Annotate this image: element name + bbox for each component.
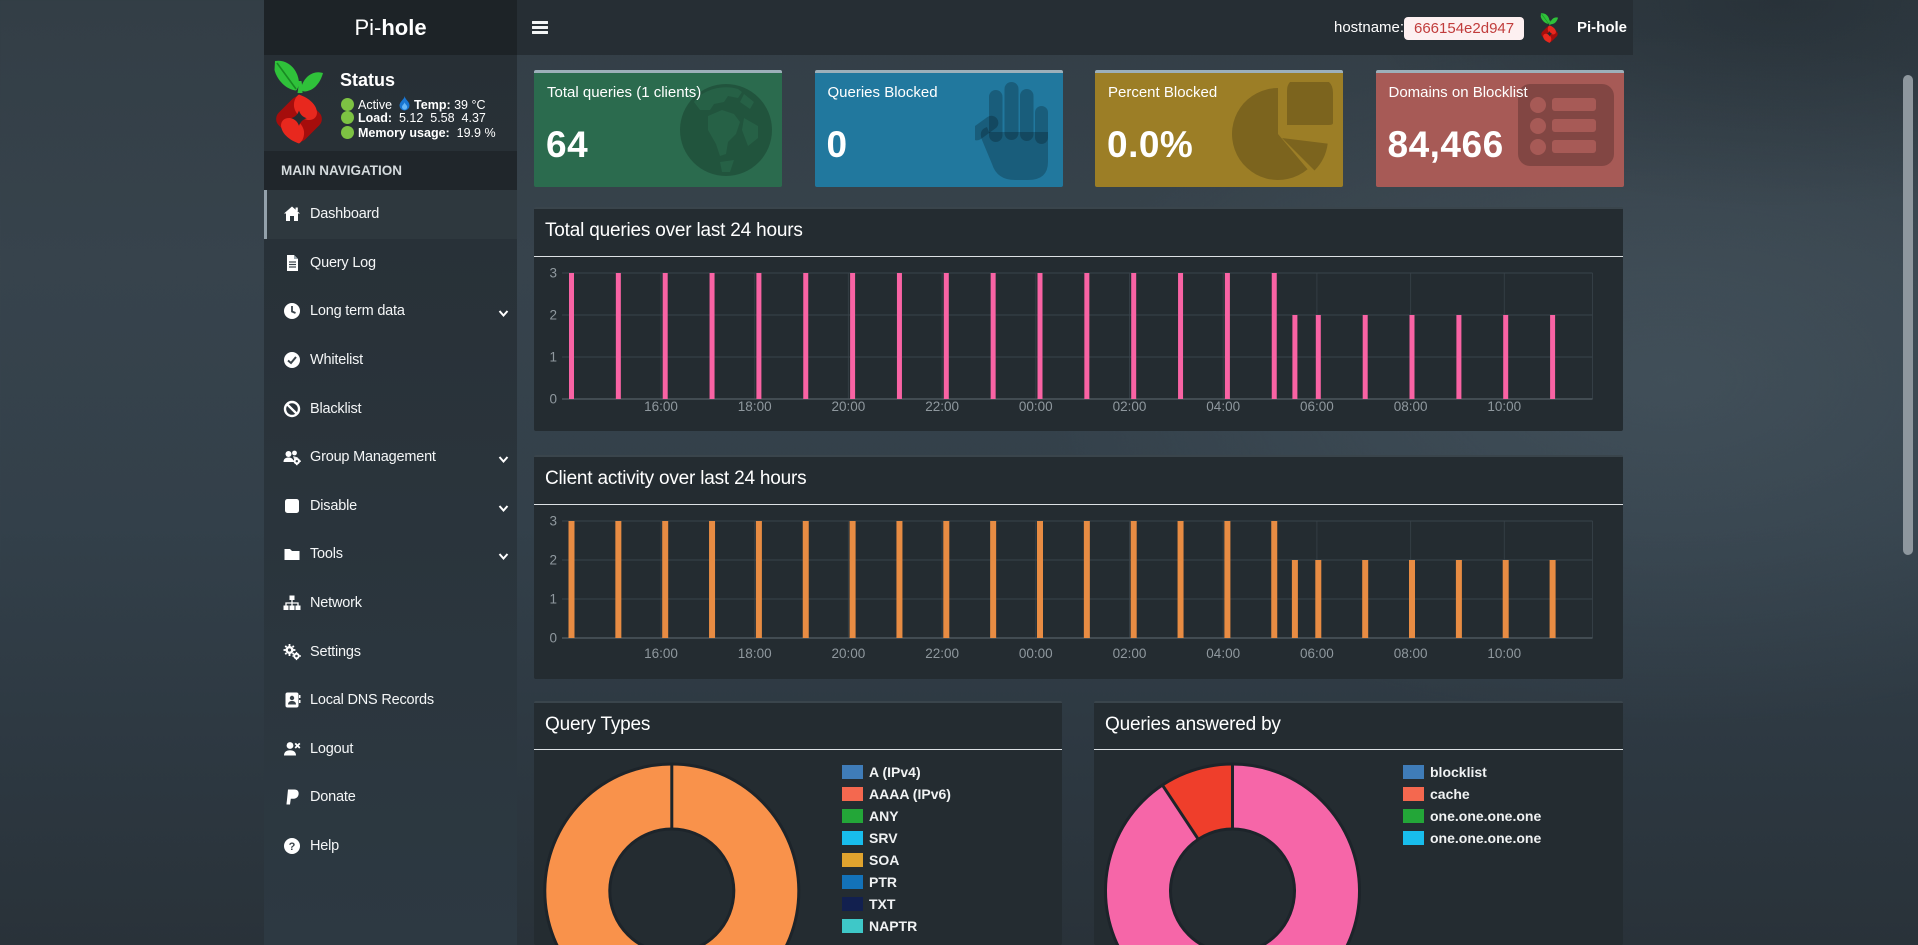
svg-text:00:00: 00:00 (1019, 399, 1053, 414)
svg-text:0: 0 (549, 392, 557, 407)
svg-text:04:00: 04:00 (1206, 646, 1240, 661)
svg-text:16:00: 16:00 (644, 399, 678, 414)
svg-text:06:00: 06:00 (1300, 646, 1334, 661)
svg-text:04:00: 04:00 (1206, 399, 1240, 414)
svg-text:10:00: 10:00 (1487, 399, 1521, 414)
svg-text:3: 3 (549, 514, 557, 529)
svg-text:02:00: 02:00 (1113, 646, 1147, 661)
svg-text:18:00: 18:00 (738, 646, 772, 661)
svg-text:2: 2 (549, 308, 557, 323)
svg-text:00:00: 00:00 (1019, 646, 1053, 661)
svg-text:22:00: 22:00 (925, 646, 959, 661)
svg-text:3: 3 (549, 266, 557, 281)
svg-text:08:00: 08:00 (1394, 646, 1428, 661)
svg-text:08:00: 08:00 (1394, 399, 1428, 414)
svg-text:1: 1 (549, 592, 557, 607)
svg-text:20:00: 20:00 (832, 399, 866, 414)
svg-text:06:00: 06:00 (1300, 399, 1334, 414)
svg-text:20:00: 20:00 (832, 646, 866, 661)
svg-text:1: 1 (549, 350, 557, 365)
svg-text:18:00: 18:00 (738, 399, 772, 414)
svg-text:02:00: 02:00 (1113, 399, 1147, 414)
svg-text:16:00: 16:00 (644, 646, 678, 661)
svg-text:10:00: 10:00 (1487, 646, 1521, 661)
svg-text:22:00: 22:00 (925, 399, 959, 414)
svg-text:0: 0 (549, 631, 557, 646)
svg-text:2: 2 (549, 553, 557, 568)
svg-text:?: ? (289, 841, 296, 853)
